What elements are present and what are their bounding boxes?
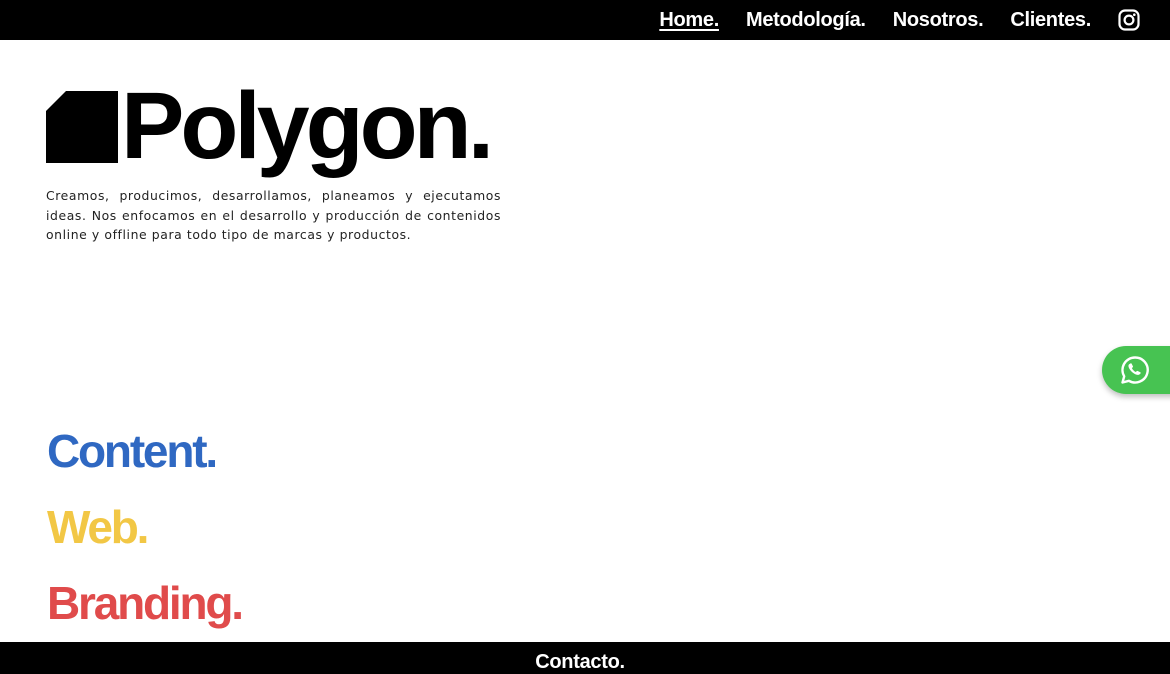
contact-link[interactable]: Contacto. xyxy=(0,651,1160,674)
brand-name: Polygon. xyxy=(121,73,494,179)
polygon-logo-icon xyxy=(46,91,118,163)
main-nav: Home. Metodología. Nosotros. Clientes. xyxy=(659,0,1140,40)
intro-description: Creamos, producimos, desarrollamos, plan… xyxy=(46,188,501,243)
whatsapp-icon xyxy=(1121,356,1149,384)
nav-home-link[interactable]: Home. xyxy=(659,9,719,32)
nav-metodologia-link[interactable]: Metodología. xyxy=(746,9,866,32)
instagram-icon[interactable] xyxy=(1118,9,1140,31)
service-web: Web. xyxy=(47,501,149,553)
brand-logo: Polygon. xyxy=(46,73,494,179)
nav-nosotros-link[interactable]: Nosotros. xyxy=(893,9,984,32)
whatsapp-button[interactable] xyxy=(1102,346,1170,394)
top-navigation-bar: Home. Metodología. Nosotros. Clientes. xyxy=(0,0,1170,40)
service-content: Content. xyxy=(47,425,218,477)
footer-bar: Contacto. xyxy=(0,642,1170,674)
nav-clientes-link[interactable]: Clientes. xyxy=(1010,9,1091,32)
service-branding: Branding. xyxy=(47,577,244,629)
